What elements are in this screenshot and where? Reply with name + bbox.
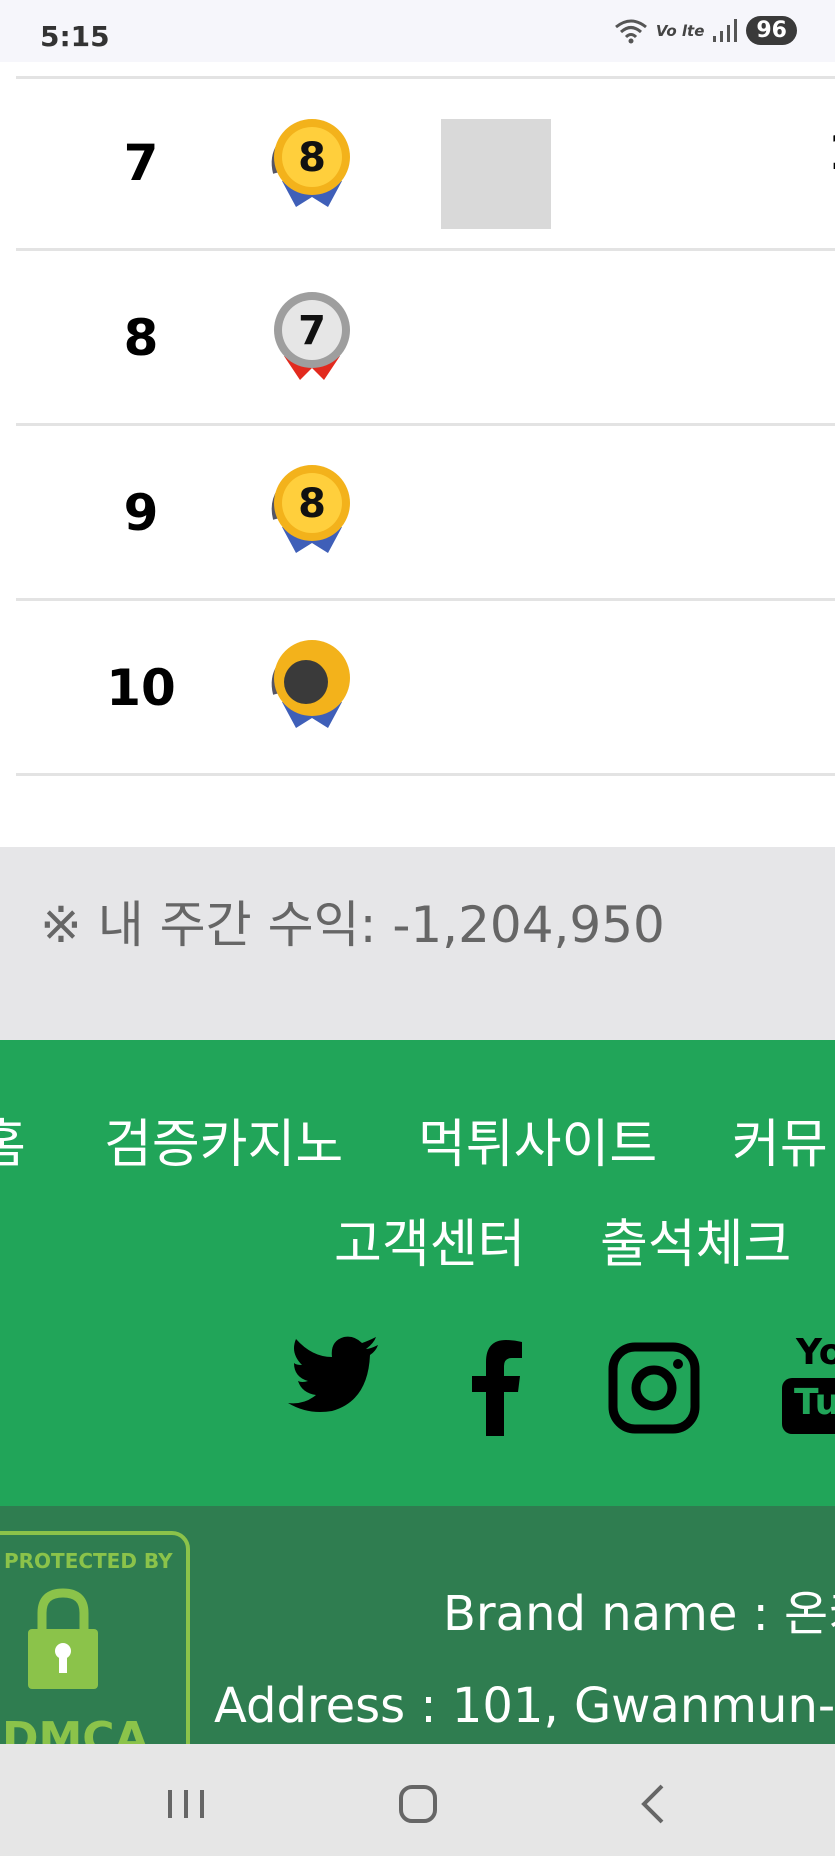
status-bar: 5:15 Vo lte 96	[0, 0, 835, 62]
system-navigation-bar	[0, 1744, 835, 1856]
rank-number: 8	[123, 309, 159, 367]
silver-level-badge-icon: 7	[274, 292, 350, 380]
dmca-bottom-text: DMCA	[2, 1713, 149, 1744]
menu-scam-sites[interactable]: 먹튀사이트	[418, 1102, 657, 1177]
row-value-partial: 1	[828, 125, 835, 181]
recent-apps-icon[interactable]	[156, 1774, 216, 1834]
table-row[interactable]: 7 8 1	[16, 79, 835, 251]
battery-badge: 96	[746, 16, 797, 45]
rank-number: 9	[123, 484, 159, 542]
rank-number: 7	[123, 134, 159, 192]
badge-level: 7	[298, 308, 326, 354]
status-icons: Vo lte 96	[614, 16, 797, 45]
weekly-profit: ※ 내 주간 수익: -1,204,950	[40, 885, 665, 957]
gold-level-badge-icon: 8	[271, 465, 350, 553]
twitter-icon[interactable]	[286, 1335, 382, 1415]
avatar-placeholder	[441, 119, 551, 229]
row-divider	[16, 423, 835, 426]
menu-verified-casino[interactable]: 검증카지노	[104, 1102, 343, 1177]
badge-level: 8	[298, 481, 326, 527]
ranking-table: 7 8 1 8 7 9 8	[0, 62, 835, 847]
lock-icon	[28, 1588, 98, 1689]
gold-level-badge-icon: 8	[271, 119, 350, 207]
footer: PROTECTED BY DMCA Brand name : 온카 Addres…	[0, 1506, 835, 1744]
weekly-profit-label: ※ 내 주간 수익:	[40, 896, 377, 954]
address: Address : 101, Gwanmun-ro	[214, 1678, 835, 1734]
brand-name: Brand name : 온카	[443, 1586, 835, 1642]
menu-customer-center[interactable]: 고객센터	[334, 1202, 525, 1277]
menu-home[interactable]: 홈	[0, 1102, 26, 1177]
volte-label: Vo lte	[655, 21, 705, 40]
youtube-wordmark-bottom: Tub	[794, 1382, 835, 1423]
youtube-icon[interactable]: You Tub	[782, 1332, 835, 1442]
signal-icon	[713, 18, 738, 42]
weekly-profit-section: ※ 내 주간 수익: -1,204,950	[0, 847, 835, 1040]
table-row[interactable]: 8 7	[16, 254, 835, 426]
footer-menu: 홈 검증카지노 먹튀사이트 커뮤 고객센터 출석체크 You Tub	[0, 1040, 835, 1506]
menu-community[interactable]: 커뮤	[732, 1102, 828, 1177]
dmca-badge[interactable]: PROTECTED BY DMCA	[0, 1531, 190, 1744]
table-row[interactable]: 9 8	[16, 429, 835, 601]
row-divider	[16, 773, 835, 776]
instagram-icon[interactable]	[608, 1342, 700, 1434]
weekly-profit-value: -1,204,950	[392, 896, 665, 954]
dmca-top-text: PROTECTED BY	[4, 1549, 173, 1573]
wifi-icon	[614, 19, 647, 43]
gold-level-badge-icon	[271, 640, 350, 728]
badge-level: 8	[298, 135, 326, 181]
rank-number: 10	[106, 659, 176, 717]
back-icon[interactable]	[624, 1774, 684, 1834]
table-row[interactable]: 10	[16, 604, 835, 776]
row-divider	[16, 598, 835, 601]
facebook-icon[interactable]	[468, 1336, 524, 1436]
row-divider	[16, 248, 835, 251]
menu-attendance-check[interactable]: 출석체크	[600, 1202, 791, 1277]
status-time: 5:15	[40, 20, 110, 53]
youtube-wordmark-top: You	[796, 1332, 835, 1373]
home-icon[interactable]	[388, 1774, 448, 1834]
